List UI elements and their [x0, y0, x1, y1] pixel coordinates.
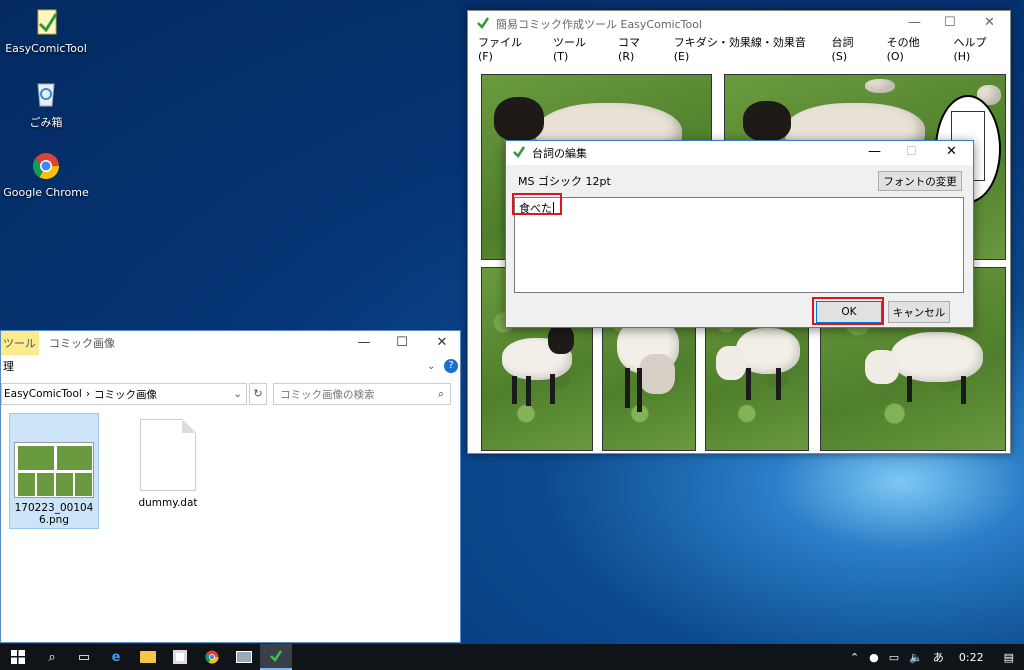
network-icon[interactable]: ▭ — [884, 651, 904, 664]
close-button[interactable]: ✕ — [946, 144, 957, 159]
maximize-button: ☐ — [906, 144, 917, 158]
dialog-title: 台詞の編集 — [532, 147, 587, 160]
ime-indicator[interactable]: あ — [928, 649, 949, 665]
close-button[interactable]: ✕ — [431, 335, 453, 350]
menu-other[interactable]: その他(O) — [877, 34, 944, 63]
serifu-text-input[interactable]: 食べた — [514, 197, 964, 293]
desktop-icon-recycle-bin[interactable]: ごみ箱 — [3, 78, 89, 130]
close-button[interactable]: ✕ — [984, 15, 995, 30]
desktop-icon-label: EasyComicTool — [5, 42, 87, 55]
cancel-button[interactable]: キャンセル — [888, 301, 950, 323]
minimize-button[interactable]: — — [353, 335, 375, 350]
task-view-icon[interactable]: ▭ — [68, 644, 100, 670]
people-icon[interactable]: ● — [864, 651, 884, 664]
refresh-icon[interactable]: ↻ — [249, 383, 267, 405]
chrome-icon — [30, 150, 62, 182]
system-tray: ⌃ ● ▭ 🔈 あ 0:22 ▤ — [845, 644, 1024, 670]
menu-serifu[interactable]: 台詞(S) — [822, 34, 877, 63]
address-bar[interactable]: EasyComicTool › コミック画像 ⌄ — [1, 383, 247, 405]
minimize-button[interactable]: — — [868, 144, 881, 159]
file-name: 170223_001046.png — [14, 502, 94, 526]
windows-icon — [11, 650, 25, 664]
window-title: 簡易コミック作成ツール EasyComicTool — [496, 18, 703, 31]
file-item[interactable]: 170223_001046.png — [9, 413, 99, 529]
help-icon[interactable]: ? — [444, 359, 458, 373]
recycle-bin-icon — [30, 78, 62, 110]
search-icon: ⌕ — [438, 387, 444, 400]
file-explorer-window: ツール コミック画像 — ☐ ✕ 理 ⌄ ? EasyComicTool › コ… — [0, 330, 461, 643]
maximize-button[interactable]: ☐ — [391, 335, 413, 350]
change-font-button[interactable]: フォントの変更 — [878, 171, 962, 191]
desktop-icon-label: ごみ箱 — [29, 116, 63, 129]
search-icon[interactable]: ⌕ — [36, 644, 68, 670]
maximize-button[interactable]: ☐ — [944, 15, 956, 30]
menu-fukidashi[interactable]: フキダシ・効果線・効果音(E) — [664, 34, 822, 63]
breadcrumb-root[interactable]: EasyComicTool — [4, 388, 82, 400]
action-center-icon[interactable]: ▤ — [994, 651, 1024, 664]
menu-file[interactable]: ファイル(F) — [468, 34, 543, 63]
ribbon-row: 理 ⌄ ? — [1, 355, 460, 377]
easycomictool-icon — [30, 6, 62, 38]
folder-icon[interactable] — [132, 644, 164, 670]
volume-icon[interactable]: 🔈 — [904, 651, 928, 664]
menu-bar: ファイル(F) ツール(T) コマ(R) フキダシ・効果線・効果音(E) 台詞(… — [468, 36, 1010, 63]
desktop-icon-easycomictool[interactable]: EasyComicTool — [3, 6, 89, 55]
app-icon — [476, 16, 490, 33]
taskbar: ⌕ ▭ e ⌃ ● ▭ 🔈 あ 0:22 ▤ — [0, 644, 1024, 670]
menu-tool[interactable]: ツール(T) — [543, 34, 608, 63]
minimize-button[interactable]: — — [908, 15, 921, 30]
show-hidden-icons-icon[interactable]: ⌃ — [845, 651, 864, 664]
chrome-icon[interactable] — [196, 644, 228, 670]
store-icon[interactable] — [164, 644, 196, 670]
menu-koma[interactable]: コマ(R) — [608, 34, 664, 63]
file-item[interactable]: dummy.dat — [123, 419, 213, 509]
ribbon-tab-tools[interactable]: ツール — [1, 331, 39, 355]
breadcrumb-folder[interactable]: コミック画像 — [94, 387, 157, 402]
edge-icon[interactable]: e — [100, 644, 132, 670]
ribbon-sub-label: 理 — [3, 360, 14, 373]
start-button[interactable] — [0, 644, 36, 670]
menu-help[interactable]: ヘルプ(H) — [943, 34, 1010, 63]
ok-highlight-box — [812, 297, 884, 325]
desktop-icon-google-chrome[interactable]: Google Chrome — [3, 150, 89, 199]
document-icon — [140, 419, 196, 491]
breadcrumb-separator: › — [85, 388, 91, 400]
serifu-edit-dialog: 台詞の編集 — ☐ ✕ MS ゴシック 12pt フォントの変更 食べた OK … — [505, 140, 974, 328]
easycomictool-taskbar-icon[interactable] — [260, 644, 292, 670]
explorer-title: コミック画像 — [49, 337, 115, 350]
photos-icon[interactable] — [228, 644, 260, 670]
text-highlight-box — [512, 193, 562, 215]
font-info: MS ゴシック 12pt — [518, 175, 611, 188]
desktop-icon-label: Google Chrome — [3, 186, 89, 199]
dialog-titlebar: 台詞の編集 — ☐ ✕ — [506, 141, 973, 165]
file-name: dummy.dat — [138, 497, 198, 509]
app-icon — [512, 145, 526, 162]
image-thumbnail — [14, 442, 94, 498]
chevron-down-icon[interactable]: ⌄ — [233, 388, 242, 400]
clock[interactable]: 0:22 — [949, 651, 994, 664]
search-input[interactable]: コミック画像の検索 ⌕ — [273, 383, 451, 405]
expand-ribbon-icon[interactable]: ⌄ — [427, 361, 435, 372]
explorer-titlebar: ツール コミック画像 — ☐ ✕ — [1, 331, 460, 355]
